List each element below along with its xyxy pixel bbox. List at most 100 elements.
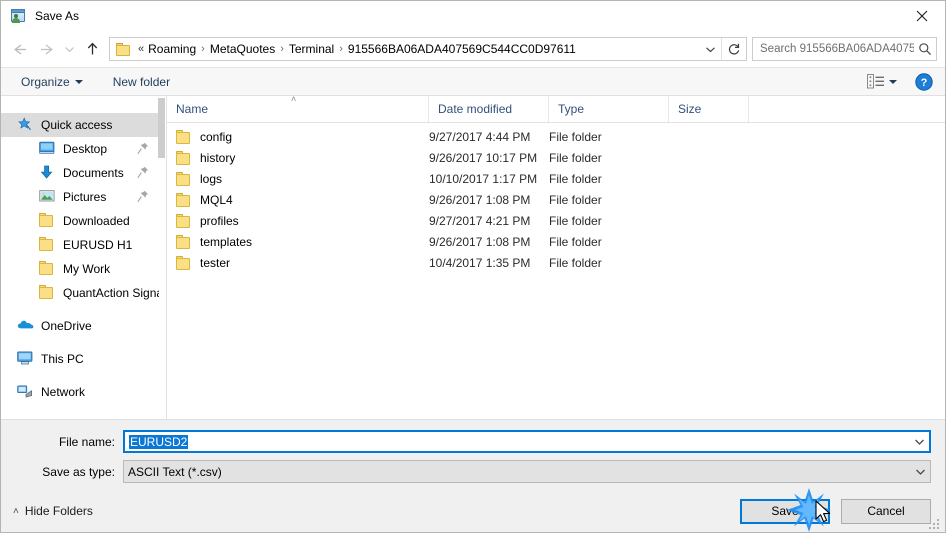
chevron-down-icon[interactable] xyxy=(909,438,929,446)
save-as-dialog: Save As « Roaming › MetaQuotes › Termina… xyxy=(0,0,946,533)
search-box[interactable]: Search 915566BA06ADA40756... xyxy=(752,37,937,61)
search-icon[interactable] xyxy=(914,42,936,56)
breadcrumb-item-terminal[interactable]: Terminal xyxy=(286,40,337,58)
table-row[interactable]: templates 9/26/2017 1:08 PM File folder xyxy=(167,231,945,252)
file-name-label: config xyxy=(200,129,233,144)
sidebar-item-label: QuantAction Signal xyxy=(63,286,159,300)
organize-button[interactable]: Organize xyxy=(15,72,89,92)
sidebar-item-onedrive[interactable]: OneDrive xyxy=(1,314,159,338)
desktop-icon xyxy=(39,141,56,157)
navigation-bar: « Roaming › MetaQuotes › Terminal › 9155… xyxy=(1,31,945,67)
address-bar[interactable]: « Roaming › MetaQuotes › Terminal › 9155… xyxy=(109,37,747,61)
view-layout-icon[interactable] xyxy=(863,72,901,91)
file-list-pane: Name ˄ Date modified Type Size config 9/… xyxy=(167,94,945,419)
file-name-selected-text: EURUSD2 xyxy=(129,434,189,449)
resize-grip[interactable] xyxy=(929,517,942,530)
arrow-left-icon[interactable] xyxy=(7,36,33,62)
help-icon[interactable]: ? xyxy=(911,70,937,94)
sidebar-item-network[interactable]: Network xyxy=(1,380,159,404)
file-name-label: MQL4 xyxy=(200,192,233,207)
sidebar-item-documents[interactable]: Documents xyxy=(1,161,159,185)
column-header-date-modified[interactable]: Date modified xyxy=(429,96,549,122)
sidebar-item-quick-access[interactable]: Quick access xyxy=(1,113,159,137)
pin-icon[interactable] xyxy=(137,166,149,179)
file-date-cell: 9/26/2017 1:08 PM xyxy=(429,234,531,249)
hide-folders-button[interactable]: ˄ Hide Folders xyxy=(13,504,93,518)
table-row[interactable]: logs 10/10/2017 1:17 PM File folder xyxy=(167,168,945,189)
file-name-input[interactable]: EURUSD2 xyxy=(123,430,931,453)
hide-folders-label: Hide Folders xyxy=(24,504,93,518)
sidebar-item-label: Documents xyxy=(63,166,124,180)
file-name-row: File name: EURUSD2 xyxy=(1,430,945,453)
breadcrumb-overflow[interactable]: « xyxy=(137,43,145,55)
file-name-cell: tester xyxy=(167,255,429,270)
sidebar-item-pictures[interactable]: Pictures xyxy=(1,185,159,209)
breadcrumb-item-metaquotes[interactable]: MetaQuotes xyxy=(207,40,278,58)
save-as-type-row: Save as type: ASCII Text (*.csv) xyxy=(1,460,945,483)
folder-icon xyxy=(39,261,56,277)
documents-download-icon xyxy=(39,165,56,181)
breadcrumb: « Roaming › MetaQuotes › Terminal › 9155… xyxy=(137,40,699,58)
file-name-cell: config xyxy=(167,129,429,144)
column-header-label: Type xyxy=(558,102,585,116)
chevron-down-icon[interactable] xyxy=(59,36,79,62)
sidebar-item-this-pc[interactable]: This PC xyxy=(1,347,159,371)
file-type-cell: File folder xyxy=(549,255,602,270)
cancel-button[interactable]: Cancel xyxy=(841,498,931,524)
window-title: Save As xyxy=(35,9,80,23)
footer-buttons: Save Cancel xyxy=(740,498,931,524)
table-row[interactable]: history 9/26/2017 10:17 PM File folder xyxy=(167,147,945,168)
table-row[interactable]: MQL4 9/26/2017 1:08 PM File folder xyxy=(167,189,945,210)
file-name-value[interactable]: EURUSD2 xyxy=(125,434,909,449)
sidebar-item-label: Downloaded xyxy=(63,214,130,228)
breadcrumb-item-roaming[interactable]: Roaming xyxy=(145,40,199,58)
svg-text:?: ? xyxy=(921,77,928,89)
file-name-label: logs xyxy=(200,171,223,186)
new-folder-label: New folder xyxy=(112,74,171,89)
file-date-cell: 10/4/2017 1:35 PM xyxy=(429,255,531,270)
column-header-size[interactable]: Size xyxy=(669,96,749,122)
breadcrumb-separator[interactable]: › xyxy=(278,43,286,55)
save-as-type-select[interactable]: ASCII Text (*.csv) xyxy=(123,460,931,483)
file-date-cell: 9/26/2017 1:08 PM xyxy=(429,192,531,207)
new-folder-button[interactable]: New folder xyxy=(107,72,176,92)
sidebar-item-eurusd-h1[interactable]: EURUSD H1 xyxy=(1,233,159,257)
arrow-up-icon[interactable] xyxy=(79,36,105,62)
file-rows: config 9/27/2017 4:44 PM File folder his… xyxy=(167,123,945,419)
column-header-label: Date modified xyxy=(438,102,513,116)
sidebar-item-desktop[interactable]: Desktop xyxy=(1,137,159,161)
breadcrumb-separator[interactable]: › xyxy=(199,43,207,55)
sidebar-item-downloaded[interactable]: Downloaded xyxy=(1,209,159,233)
refresh-icon[interactable] xyxy=(721,38,746,60)
close-icon[interactable] xyxy=(899,1,945,31)
chevron-down-icon xyxy=(889,79,897,84)
arrow-right-icon[interactable] xyxy=(33,36,59,62)
sidebar-scrollbar[interactable] xyxy=(158,96,165,419)
onedrive-cloud-icon xyxy=(17,318,34,334)
pictures-icon xyxy=(39,189,56,205)
sidebar-item-label: Quick access xyxy=(41,118,113,132)
breadcrumb-item-terminal-id[interactable]: 915566BA06ADA407569C544CC0D97611 xyxy=(345,40,579,58)
search-input[interactable]: Search 915566BA06ADA40756... xyxy=(753,43,914,55)
table-row[interactable]: config 9/27/2017 4:44 PM File folder xyxy=(167,126,945,147)
network-icon xyxy=(17,384,34,400)
save-button[interactable]: Save xyxy=(740,498,830,524)
chevron-down-icon[interactable] xyxy=(910,468,930,476)
scrollbar-thumb[interactable] xyxy=(158,98,165,158)
chevron-down-icon[interactable] xyxy=(699,38,721,60)
sidebar-item-label: Pictures xyxy=(63,190,107,204)
table-row[interactable]: profiles 9/27/2017 4:21 PM File folder xyxy=(167,210,945,231)
pin-icon[interactable] xyxy=(137,142,149,155)
command-bar: Organize New folder ? xyxy=(1,67,945,96)
file-name-label: tester xyxy=(200,255,231,270)
folder-icon xyxy=(176,213,192,228)
column-header-type[interactable]: Type xyxy=(549,96,669,122)
sidebar-item-quantaction-signal[interactable]: QuantAction Signal xyxy=(1,281,159,305)
table-row[interactable]: tester 10/4/2017 1:35 PM File folder xyxy=(167,252,945,273)
pin-icon[interactable] xyxy=(137,190,149,203)
sidebar-item-my-work[interactable]: My Work xyxy=(1,257,159,281)
save-form: File name: EURUSD2 Save as type: ASCII T… xyxy=(1,419,945,490)
breadcrumb-separator[interactable]: › xyxy=(337,43,345,55)
file-date-cell: 9/27/2017 4:44 PM xyxy=(429,129,531,144)
column-header-name[interactable]: Name ˄ xyxy=(167,94,429,122)
